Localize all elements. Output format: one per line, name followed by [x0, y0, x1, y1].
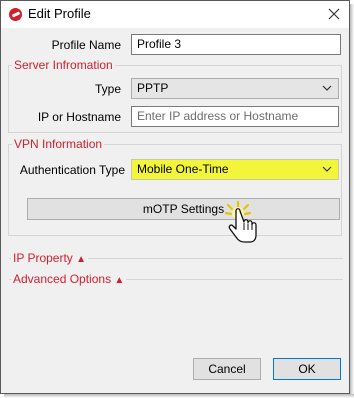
close-icon — [328, 8, 340, 20]
window-shadow-right — [350, 4, 354, 398]
vpn-information-title: VPN Information — [12, 137, 105, 151]
window-shadow-bottom — [4, 394, 354, 398]
authentication-type-value: Mobile One-Time — [137, 162, 229, 176]
ip-property-label: IP Property — [13, 251, 73, 265]
server-information-title: Server Infromation — [12, 58, 115, 72]
type-select[interactable]: PPTP — [131, 78, 339, 99]
forticlient-icon — [9, 8, 22, 21]
ok-button[interactable]: OK — [273, 358, 341, 380]
advanced-options-header[interactable]: Advanced Options ▲ — [11, 272, 127, 288]
type-value: PPTP — [137, 81, 169, 95]
ip-property-header[interactable]: IP Property ▲ — [11, 251, 89, 267]
expand-arrow-icon: ▲ — [114, 275, 125, 286]
authentication-type-select[interactable]: Mobile One-Time — [131, 159, 339, 180]
advanced-options-label: Advanced Options — [13, 272, 112, 286]
ip-property-section[interactable]: IP Property ▲ — [9, 251, 343, 267]
ip-hostname-label: IP or Hostname — [37, 110, 121, 124]
profile-name-label: Profile Name — [51, 38, 121, 52]
hand-cursor-icon — [224, 201, 257, 243]
cancel-button[interactable]: Cancel — [193, 358, 261, 380]
chevron-down-icon — [322, 85, 332, 91]
ip-hostname-input[interactable]: Enter IP address or Hostname — [131, 106, 339, 127]
authentication-type-label: Authentication Type — [19, 163, 125, 177]
type-label: Type — [94, 82, 121, 96]
profile-name-field[interactable]: Profile 3 — [131, 34, 341, 55]
expand-arrow-icon: ▲ — [76, 254, 87, 265]
edit-profile-dialog: Edit Profile Profile Name Profile 3 Serv… — [0, 0, 350, 394]
close-button[interactable] — [321, 3, 347, 25]
chevron-down-icon — [322, 166, 332, 172]
title-bar[interactable]: Edit Profile — [1, 1, 349, 28]
window-title: Edit Profile — [28, 6, 91, 21]
vpn-information-group: VPN Information — [8, 137, 342, 236]
motp-settings-button[interactable]: mOTP Settings — [27, 198, 340, 220]
advanced-options-section[interactable]: Advanced Options ▲ — [9, 272, 343, 288]
